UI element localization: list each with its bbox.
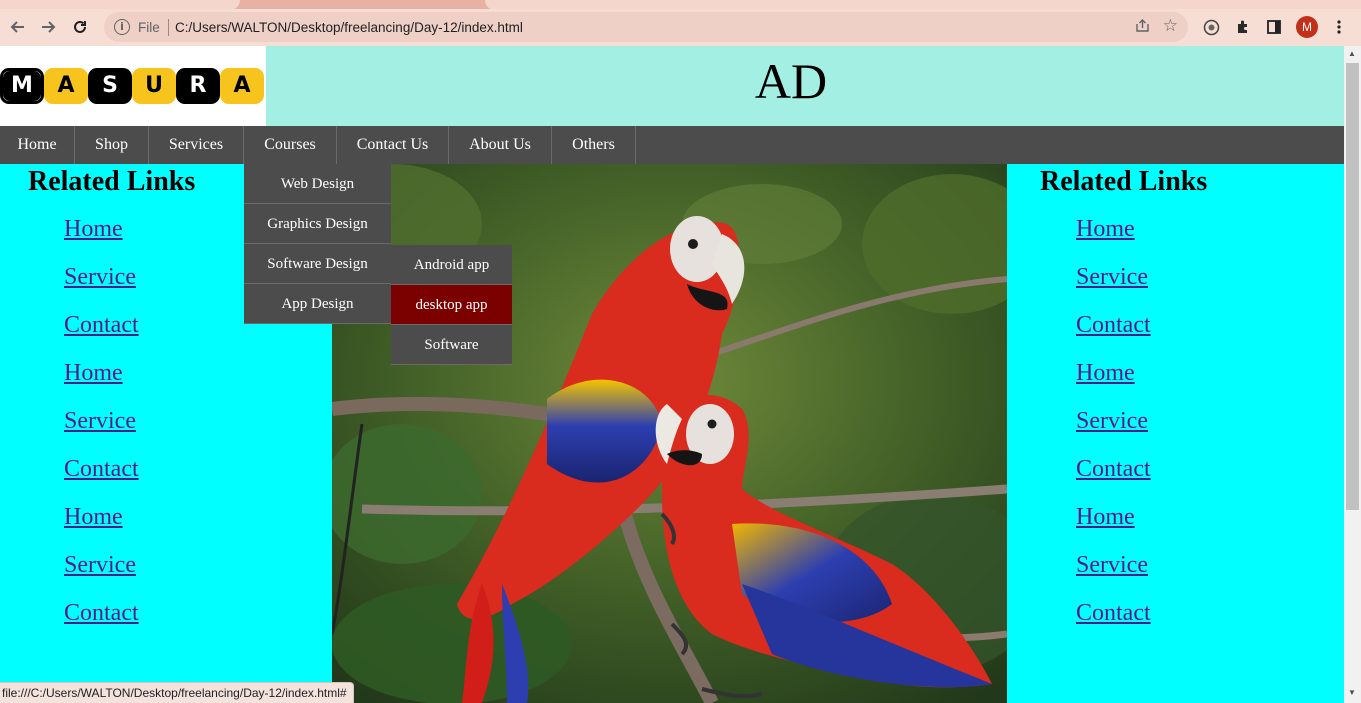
masura-logo[interactable]: M A S U R A bbox=[0, 68, 264, 104]
forward-arrow-icon[interactable] bbox=[34, 13, 62, 41]
nav-item-courses[interactable]: Courses bbox=[244, 126, 337, 164]
reload-icon[interactable] bbox=[66, 13, 94, 41]
page-scrollbar[interactable]: ▲ ▼ bbox=[1344, 46, 1361, 703]
sidebar-link-contact[interactable]: Contact bbox=[64, 312, 139, 339]
submenu-item-software[interactable]: Software bbox=[391, 325, 512, 365]
menu-item-software-design[interactable]: Software Design bbox=[244, 244, 391, 284]
main-navbar: Home Shop Services Courses Contact Us Ab… bbox=[0, 126, 1344, 164]
status-bar-url: file:///C:/Users/WALTON/Desktop/freelanc… bbox=[0, 682, 354, 703]
sidebar-link-service[interactable]: Service bbox=[1076, 408, 1148, 435]
nav-item-home[interactable]: Home bbox=[0, 126, 75, 164]
sidebar-link-service[interactable]: Service bbox=[1076, 552, 1148, 579]
sidebar-link-contact[interactable]: Contact bbox=[1076, 312, 1151, 339]
sidebar-title: Related Links bbox=[1040, 166, 1208, 197]
url-scheme-label: File bbox=[138, 20, 160, 35]
side-panel-icon[interactable] bbox=[1263, 16, 1285, 38]
sidebar-link-home[interactable]: Home bbox=[1076, 504, 1135, 531]
back-arrow-icon[interactable] bbox=[4, 13, 32, 41]
sidebar-link-home[interactable]: Home bbox=[64, 360, 123, 387]
right-sidebar: Related Links Home Service Contact Home … bbox=[1007, 164, 1344, 703]
logo-letter: A bbox=[233, 73, 251, 98]
nav-item-services[interactable]: Services bbox=[149, 126, 244, 164]
logo-tile: U bbox=[132, 68, 176, 104]
logo-letter: S bbox=[102, 73, 118, 98]
logo-letter: A bbox=[57, 73, 75, 98]
logo-tile: A bbox=[220, 68, 264, 104]
scroll-down-arrow-icon[interactable]: ▼ bbox=[1348, 688, 1356, 697]
scroll-up-arrow-icon[interactable]: ▲ bbox=[1348, 49, 1356, 58]
logo-letter: U bbox=[145, 73, 163, 98]
site-info-icon[interactable]: i bbox=[114, 19, 130, 35]
logo-tile: S bbox=[88, 68, 132, 104]
logo-tile: R bbox=[176, 68, 220, 104]
url-text[interactable]: C:/Users/WALTON/Desktop/freelancing/Day-… bbox=[175, 20, 523, 35]
logo-area: M A S U R A bbox=[0, 46, 266, 126]
submenu-item-android-app[interactable]: Android app bbox=[391, 245, 512, 285]
sidebar-title: Related Links bbox=[28, 166, 196, 197]
ad-banner: AD bbox=[266, 46, 1344, 126]
address-bar[interactable]: i File C:/Users/WALTON/Desktop/freelanci… bbox=[104, 12, 1188, 42]
scrollbar-thumb[interactable] bbox=[1346, 63, 1359, 510]
sidebar-link-contact[interactable]: Contact bbox=[64, 600, 139, 627]
profile-avatar[interactable]: M bbox=[1296, 16, 1318, 38]
sidebar-link-home[interactable]: Home bbox=[64, 216, 123, 243]
ad-text: AD bbox=[754, 53, 828, 109]
sidebar-link-home[interactable]: Home bbox=[1076, 360, 1135, 387]
logo-tile: M bbox=[0, 68, 44, 104]
logo-letter: R bbox=[189, 73, 207, 98]
software-submenu: Android app desktop app Software bbox=[391, 245, 512, 365]
sidebar-link-contact[interactable]: Contact bbox=[1076, 456, 1151, 483]
sidebar-link-contact[interactable]: Contact bbox=[64, 456, 139, 483]
menu-item-web-design[interactable]: Web Design bbox=[244, 164, 391, 204]
sidebar-link-home[interactable]: Home bbox=[1076, 216, 1135, 243]
menu-kebab-icon[interactable] bbox=[1328, 16, 1350, 38]
nav-item-about-us[interactable]: About Us bbox=[449, 126, 552, 164]
sidebar-link-service[interactable]: Service bbox=[64, 264, 136, 291]
nav-item-contact-us[interactable]: Contact Us bbox=[337, 126, 449, 164]
sidebar-link-home[interactable]: Home bbox=[64, 504, 123, 531]
omnibox-divider bbox=[168, 19, 169, 36]
bookmark-star-icon[interactable]: ☆ bbox=[1163, 16, 1178, 36]
menu-item-app-design[interactable]: App Design bbox=[244, 284, 391, 324]
browser-toolbar: i File C:/Users/WALTON/Desktop/freelanci… bbox=[0, 9, 1361, 46]
nav-item-others[interactable]: Others bbox=[552, 126, 636, 164]
logo-tile: A bbox=[44, 68, 88, 104]
menu-item-graphics-design[interactable]: Graphics Design bbox=[244, 204, 391, 244]
sidebar-link-contact[interactable]: Contact bbox=[1076, 600, 1151, 627]
page-viewport: M A S U R A AD Home Shop Services Course… bbox=[0, 46, 1344, 703]
puzzle-icon[interactable] bbox=[1232, 16, 1254, 38]
sidebar-link-service[interactable]: Service bbox=[1076, 264, 1148, 291]
extension-icon[interactable] bbox=[1200, 16, 1222, 38]
nav-item-shop[interactable]: Shop bbox=[75, 126, 149, 164]
sidebar-link-service[interactable]: Service bbox=[64, 408, 136, 435]
logo-letter: M bbox=[11, 73, 33, 98]
share-icon[interactable] bbox=[1135, 18, 1150, 37]
sidebar-link-service[interactable]: Service bbox=[64, 552, 136, 579]
submenu-item-desktop-app[interactable]: desktop app bbox=[391, 285, 512, 325]
courses-dropdown: Web Design Graphics Design Software Desi… bbox=[244, 164, 391, 324]
